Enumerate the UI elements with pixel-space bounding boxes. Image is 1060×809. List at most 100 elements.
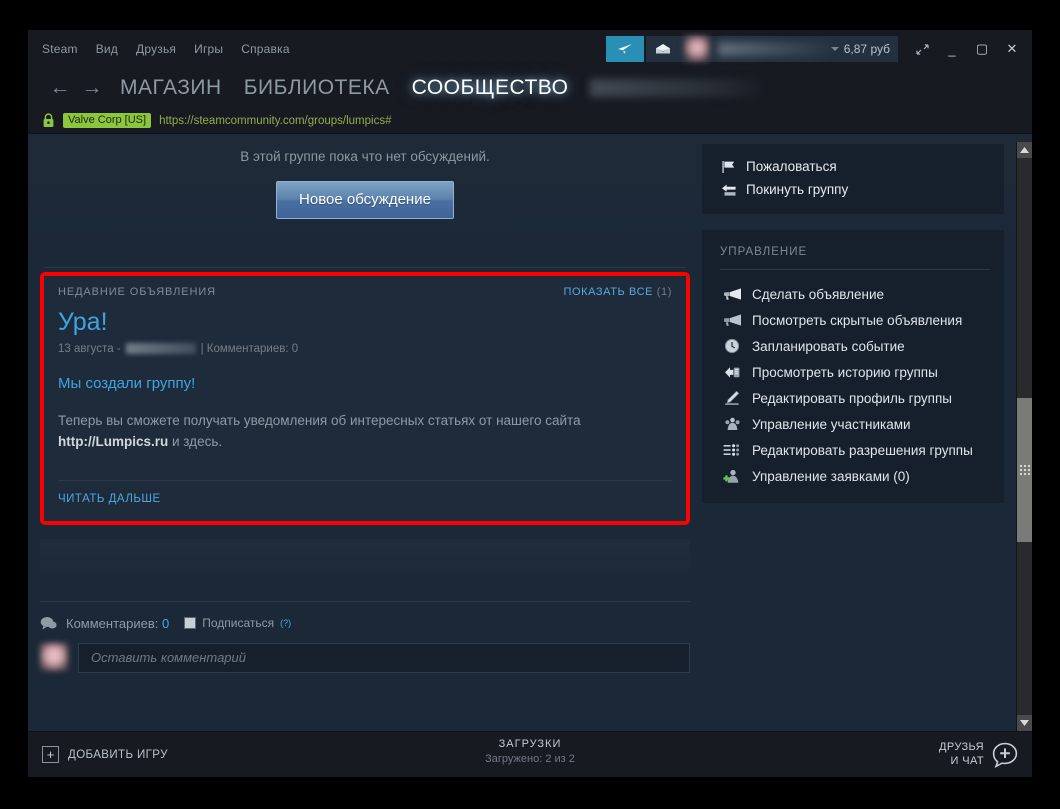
sidebar-item-edit-group-profile[interactable]: Редактировать профиль группы xyxy=(702,385,1004,411)
pencil-icon xyxy=(722,389,742,407)
comments-divider xyxy=(40,600,690,602)
announcements-section-title: НЕДАВНИЕ ОБЪЯВЛЕНИЯ xyxy=(58,286,217,298)
sidebar-item-make-announcement[interactable]: Сделать объявление xyxy=(702,281,1004,307)
scroll-up-button[interactable] xyxy=(1017,142,1032,158)
history-icon xyxy=(722,363,742,381)
sidebar-item-edit-group-permissions[interactable]: Редактировать разрешения группы xyxy=(702,437,1004,463)
back-arrow-icon[interactable]: ← xyxy=(44,76,76,100)
lock-icon xyxy=(42,113,55,128)
comments-count: 0 xyxy=(162,615,170,631)
add-game-button[interactable]: + ДОБАВИТЬ ИГРУ xyxy=(42,746,168,763)
menu-item-view[interactable]: Вид xyxy=(96,42,118,56)
read-more-link[interactable]: ЧИТАТЬ ДАЛЬШЕ xyxy=(58,493,161,505)
sidebar-item-manage-members[interactable]: Управление участниками xyxy=(702,411,1004,437)
announcement-date: 13 августа - xyxy=(58,342,121,355)
sidebar-item-label: Редактировать разрешения группы xyxy=(752,442,973,458)
broadcast-icon[interactable] xyxy=(606,36,644,62)
nav-tabs: МАГАЗИН БИБЛИОТЕКА СООБЩЕСТВО xyxy=(120,76,568,100)
page-content: В этой группе пока что нет обсуждений. Н… xyxy=(28,134,1032,731)
tab-community[interactable]: СООБЩЕСТВО xyxy=(412,76,569,100)
announcement-body-link[interactable]: http://Lumpics.ru xyxy=(58,434,168,449)
plus-icon: + xyxy=(42,746,59,763)
sidebar-item-label: Просмотреть историю группы xyxy=(752,364,938,380)
sidebar-item-label: Управление заявками (0) xyxy=(752,468,910,484)
scrollbar-grip-icon xyxy=(1019,464,1030,475)
megaphone-icon xyxy=(722,285,742,303)
footer-bar: + ДОБАВИТЬ ИГРУ ЗАГРУЗКИ Загружено: 2 из… xyxy=(28,731,1032,777)
permissions-icon xyxy=(722,441,742,459)
minimize-button[interactable]: _ xyxy=(938,36,966,62)
sidebar: Пожаловаться Покинуть группу УПРАВЛЕНИЕ … xyxy=(702,142,1004,731)
tab-library[interactable]: БИБЛИОТЕКА xyxy=(244,76,390,100)
divider xyxy=(44,267,686,268)
management-list: Сделать объявление Посмотреть скрытые об… xyxy=(702,270,1004,489)
certificate-badge[interactable]: Valve Corp [US] xyxy=(63,113,152,128)
new-discussion-button[interactable]: Новое обсуждение xyxy=(276,181,454,219)
forward-arrow-icon[interactable]: → xyxy=(76,76,108,100)
friends-chat-button[interactable]: ДРУЗЬЯ И ЧАТ xyxy=(939,741,1018,769)
comments-count-label: Комментариев: 0 xyxy=(66,616,169,631)
sidebar-item-leave-group[interactable]: Покинуть группу xyxy=(702,178,1004,201)
sidebar-item-schedule-event[interactable]: Запланировать событие xyxy=(702,333,1004,359)
restore-size-icon[interactable] xyxy=(908,36,936,62)
comments-header: Комментариев: 0 Подписаться (?) xyxy=(40,616,690,631)
announcements-header: НЕДАВНИЕ ОБЪЯВЛЕНИЯ ПОКАЗАТЬ ВСЕ (1) xyxy=(58,286,672,304)
scrollbar-track[interactable] xyxy=(1017,158,1032,715)
tab-store[interactable]: МАГАЗИН xyxy=(120,76,222,100)
no-discussions-text: В этой группе пока что нет обсуждений. xyxy=(240,149,490,164)
sidebar-item-manage-requests[interactable]: Управление заявками (0) xyxy=(702,463,1004,489)
group-actions-panel: Пожаловаться Покинуть группу xyxy=(702,144,1004,214)
comment-input[interactable]: Оставить комментарий xyxy=(78,642,690,673)
content-spacer xyxy=(40,538,690,579)
screenshot-root: Steam Вид Друзья Игры Справка 6,87 руб _… xyxy=(0,0,1060,809)
megaphone-hidden-icon xyxy=(722,311,742,329)
sidebar-item-report[interactable]: Пожаловаться xyxy=(702,155,1004,178)
menu-item-games[interactable]: Игры xyxy=(194,42,223,56)
announcement-author-redacted xyxy=(125,343,196,355)
close-button[interactable]: ✕ xyxy=(998,36,1026,62)
title-bar: Steam Вид Друзья Игры Справка 6,87 руб _… xyxy=(28,30,1032,68)
sidebar-item-group-history[interactable]: Просмотреть историю группы xyxy=(702,359,1004,385)
navigation-bar: ← → МАГАЗИН БИБЛИОТЕКА СООБЩЕСТВО xyxy=(28,68,1032,108)
user-account-bar[interactable]: 6,87 руб xyxy=(680,36,898,62)
sidebar-item-label: Сделать объявление xyxy=(752,286,885,302)
chat-plus-icon xyxy=(992,742,1018,768)
help-icon[interactable]: (?) xyxy=(280,618,291,628)
sidebar-item-label: Редактировать профиль группы xyxy=(752,390,952,406)
subscribe-checkbox[interactable] xyxy=(184,617,197,630)
avatar[interactable] xyxy=(684,36,710,62)
mail-icon[interactable] xyxy=(646,36,680,62)
announcement-subtitle: Мы создали группу! xyxy=(58,374,196,392)
scrollbar-thumb[interactable] xyxy=(1017,397,1032,543)
menu-item-help[interactable]: Справка xyxy=(241,42,289,56)
downloads-title: ЗАГРУЗКИ xyxy=(498,738,562,750)
add-game-label: ДОБАВИТЬ ИГРУ xyxy=(68,748,168,761)
steam-client-window: Steam Вид Друзья Игры Справка 6,87 руб _… xyxy=(28,30,1032,777)
sidebar-item-label: Покинуть группу xyxy=(746,182,849,197)
subscribe-label: Подписаться xyxy=(202,616,275,631)
maximize-button[interactable]: ▢ xyxy=(968,36,996,62)
page-scrollbar[interactable] xyxy=(1016,142,1032,731)
nav-username-redacted[interactable] xyxy=(590,79,761,97)
menu-item-friends[interactable]: Друзья xyxy=(136,42,176,56)
announcement-title[interactable]: Ура! xyxy=(58,308,672,337)
subscribe-control[interactable]: Подписаться (?) xyxy=(184,616,291,630)
show-all-label: ПОКАЗАТЬ ВСЕ xyxy=(563,286,654,298)
sidebar-item-view-hidden-announcements[interactable]: Посмотреть скрытые объявления xyxy=(702,307,1004,333)
wallet-balance[interactable]: 6,87 руб xyxy=(830,42,890,56)
sidebar-item-label: Пожаловаться xyxy=(746,159,837,174)
sidebar-item-label: Посмотреть скрытые объявления xyxy=(752,312,963,328)
comment-bubble-icon xyxy=(40,616,57,631)
friends-label-line2: И ЧАТ xyxy=(950,754,984,767)
menu-item-steam[interactable]: Steam xyxy=(42,42,78,56)
leave-group-icon xyxy=(720,183,738,197)
comment-input-row: Оставить комментарий xyxy=(40,642,690,673)
show-all-announcements[interactable]: ПОКАЗАТЬ ВСЕ (1) xyxy=(563,286,672,298)
username-redacted xyxy=(718,42,831,56)
scroll-down-button[interactable] xyxy=(1017,715,1032,731)
wallet-amount: 6,87 руб xyxy=(843,42,890,56)
downloads-progress: Загружено: 2 из 2 xyxy=(485,753,575,765)
url-text[interactable]: https://steamcommunity.com/groups/lumpic… xyxy=(159,115,391,127)
downloads-status[interactable]: ЗАГРУЗКИ Загружено: 2 из 2 xyxy=(28,738,1032,765)
announcement-separator xyxy=(58,479,672,481)
